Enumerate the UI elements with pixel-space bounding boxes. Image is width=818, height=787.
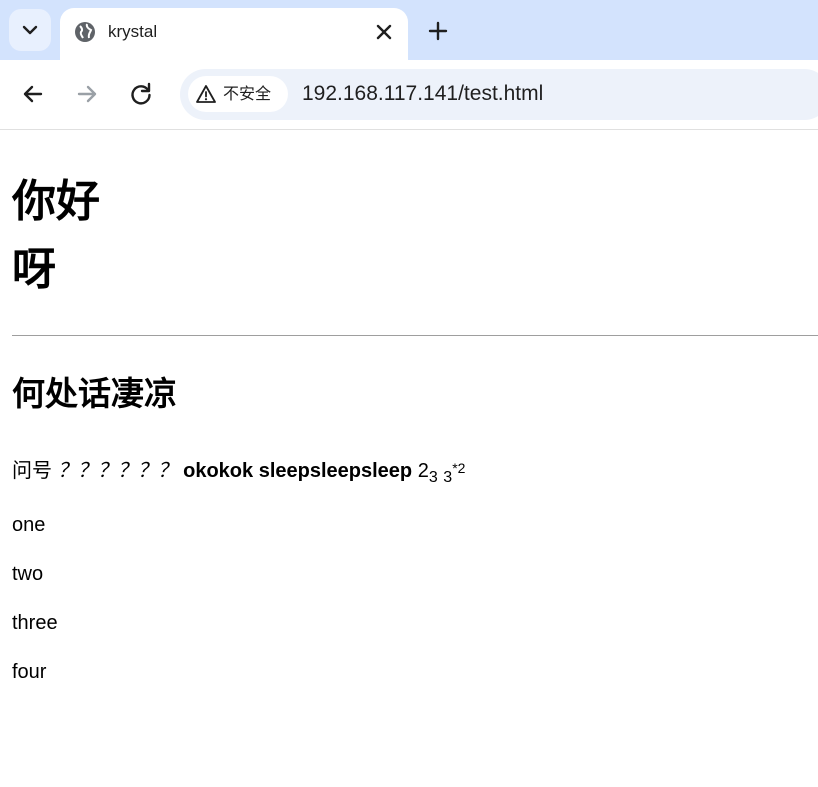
line-four: four <box>12 661 47 683</box>
chevron-down-icon <box>22 25 38 35</box>
paragraph-italic: ？？？？？？ <box>57 458 178 482</box>
security-chip[interactable]: 不安全 <box>188 76 288 112</box>
arrow-left-icon[interactable] <box>19 80 47 108</box>
arrow-right-icon[interactable] <box>73 80 101 108</box>
plus-icon[interactable] <box>424 17 452 45</box>
warning-triangle-icon <box>196 85 216 103</box>
line-one: one <box>12 514 46 536</box>
browser-toolbar: 不安全 192.168.117.141/test.html <box>0 60 818 130</box>
line-three: three <box>12 612 58 634</box>
tab-strip: krystal <box>0 0 818 60</box>
subheading: 何处话凄凉 <box>12 374 177 413</box>
paragraph-subscript-2: 3 <box>443 469 453 486</box>
active-tab[interactable]: krystal <box>60 8 408 60</box>
paragraph-superscript: 2 <box>457 460 466 476</box>
tab-search-button[interactable] <box>9 9 51 51</box>
close-icon[interactable] <box>372 20 396 44</box>
mixed-format-paragraph: 问号 ？？？？？？ okokok sleepsleepsleep 23 3*2 <box>12 453 465 493</box>
line-two: two <box>12 563 44 585</box>
divider <box>12 335 818 336</box>
tab-title: krystal <box>108 22 158 41</box>
heading-line-2: 呀 <box>12 244 56 295</box>
paragraph-subscript: 3 <box>428 469 438 486</box>
security-label: 不安全 <box>223 84 272 103</box>
url-text[interactable]: 192.168.117.141/test.html <box>302 82 543 106</box>
paragraph-base: 2 <box>417 460 429 482</box>
paragraph-prefix: 问号 <box>12 458 52 482</box>
heading-line-1: 你好 <box>12 176 100 227</box>
reload-icon[interactable] <box>127 80 155 108</box>
address-bar[interactable]: 不安全 192.168.117.141/test.html <box>180 69 818 120</box>
globe-icon <box>75 22 95 42</box>
paragraph-bold: okokok sleepsleepsleep <box>183 460 413 482</box>
